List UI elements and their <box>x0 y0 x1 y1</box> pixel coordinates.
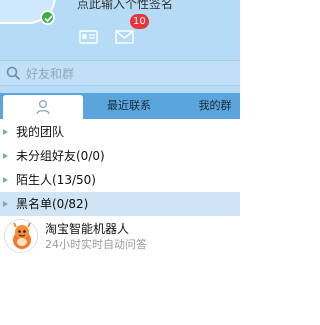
mail-button[interactable] <box>112 26 137 48</box>
expand-arrow-icon <box>3 177 8 183</box>
online-check-icon[interactable] <box>40 10 55 25</box>
header: 点此输入个性签名 10 <box>0 0 240 93</box>
person-icon <box>36 99 50 115</box>
group-row-blacklist[interactable]: 黑名单(0/82) <box>0 192 240 216</box>
group-row-strangers[interactable]: 陌生人(13/50) <box>0 168 240 192</box>
signature-input[interactable]: 点此输入个性签名 <box>77 0 173 12</box>
group-label: 黑名单(0/82) <box>16 197 89 211</box>
contact-card-icon <box>79 30 98 44</box>
search-input[interactable] <box>26 65 226 83</box>
contact-status: 24小时实时自动问答 <box>45 238 147 251</box>
robot-avatar-icon <box>4 219 38 253</box>
contact-name: 淘宝智能机器人 <box>45 222 130 236</box>
contact-list: 我的团队 未分组好友(0/0) 陌生人(13/50) 黑名单(0/82) 淘宝智… <box>0 120 240 258</box>
tab-my-groups[interactable]: 我的群 <box>180 93 250 119</box>
group-row-ungrouped[interactable]: 未分组好友(0/0) <box>0 144 240 168</box>
contact-card-button[interactable] <box>76 26 101 48</box>
contact-row-taobao-bot[interactable]: 淘宝智能机器人 24小时实时自动问答 <box>0 216 240 258</box>
tab-contacts[interactable] <box>3 95 83 119</box>
group-label: 我的团队 <box>16 125 65 139</box>
search-icon <box>6 66 21 81</box>
expand-arrow-icon <box>3 129 8 135</box>
expand-arrow-icon <box>3 153 8 159</box>
envelope-icon <box>115 30 134 44</box>
tab-bar: 最近联系 我的群 <box>0 93 240 119</box>
tab-recent-contacts[interactable]: 最近联系 <box>90 93 168 119</box>
mail-count-badge: 10 <box>130 14 149 29</box>
expand-arrow-icon <box>3 201 8 207</box>
search-bar <box>0 60 240 86</box>
group-label: 陌生人(13/50) <box>16 173 96 187</box>
group-row-my-team[interactable]: 我的团队 <box>0 120 240 144</box>
group-label: 未分组好友(0/0) <box>16 149 105 163</box>
